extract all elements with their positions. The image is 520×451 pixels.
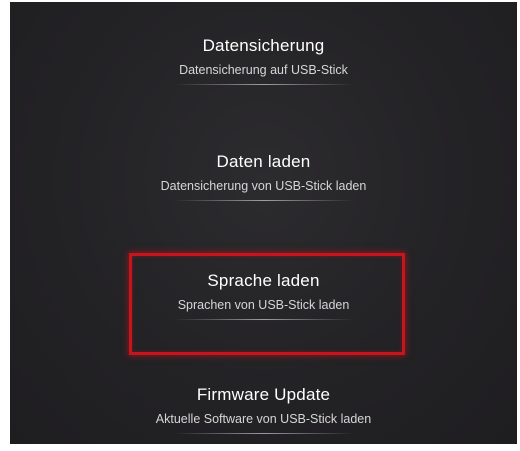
menu-item-datensicherung[interactable]: Datensicherung Datensicherung auf USB-St…	[10, 36, 517, 85]
menu-item-divider	[173, 319, 354, 320]
menu-item-divider	[173, 433, 354, 434]
menu-item-title: Daten laden	[216, 152, 311, 171]
usb-menu-screen: Datensicherung Datensicherung auf USB-St…	[10, 2, 517, 444]
menu-item-subtitle: Datensicherung auf USB-Stick	[179, 63, 348, 77]
menu-item-title: Firmware Update	[196, 385, 331, 404]
menu-item-title: Datensicherung	[202, 36, 325, 55]
menu-item-subtitle: Sprachen von USB-Stick laden	[177, 298, 350, 312]
menu-item-title: Sprache laden	[207, 271, 320, 290]
menu-item-daten-laden[interactable]: Daten laden Datensicherung von USB-Stick…	[10, 152, 517, 201]
menu-item-sprache-laden[interactable]: Sprache laden Sprachen von USB-Stick lad…	[10, 271, 517, 320]
menu-item-divider	[173, 84, 354, 85]
menu-item-divider	[173, 200, 354, 201]
menu-item-subtitle: Aktuelle Software von USB-Stick laden	[155, 412, 372, 426]
menu-item-subtitle: Datensicherung von USB-Stick laden	[160, 179, 367, 193]
menu-item-firmware-update[interactable]: Firmware Update Aktuelle Software von US…	[10, 385, 517, 434]
